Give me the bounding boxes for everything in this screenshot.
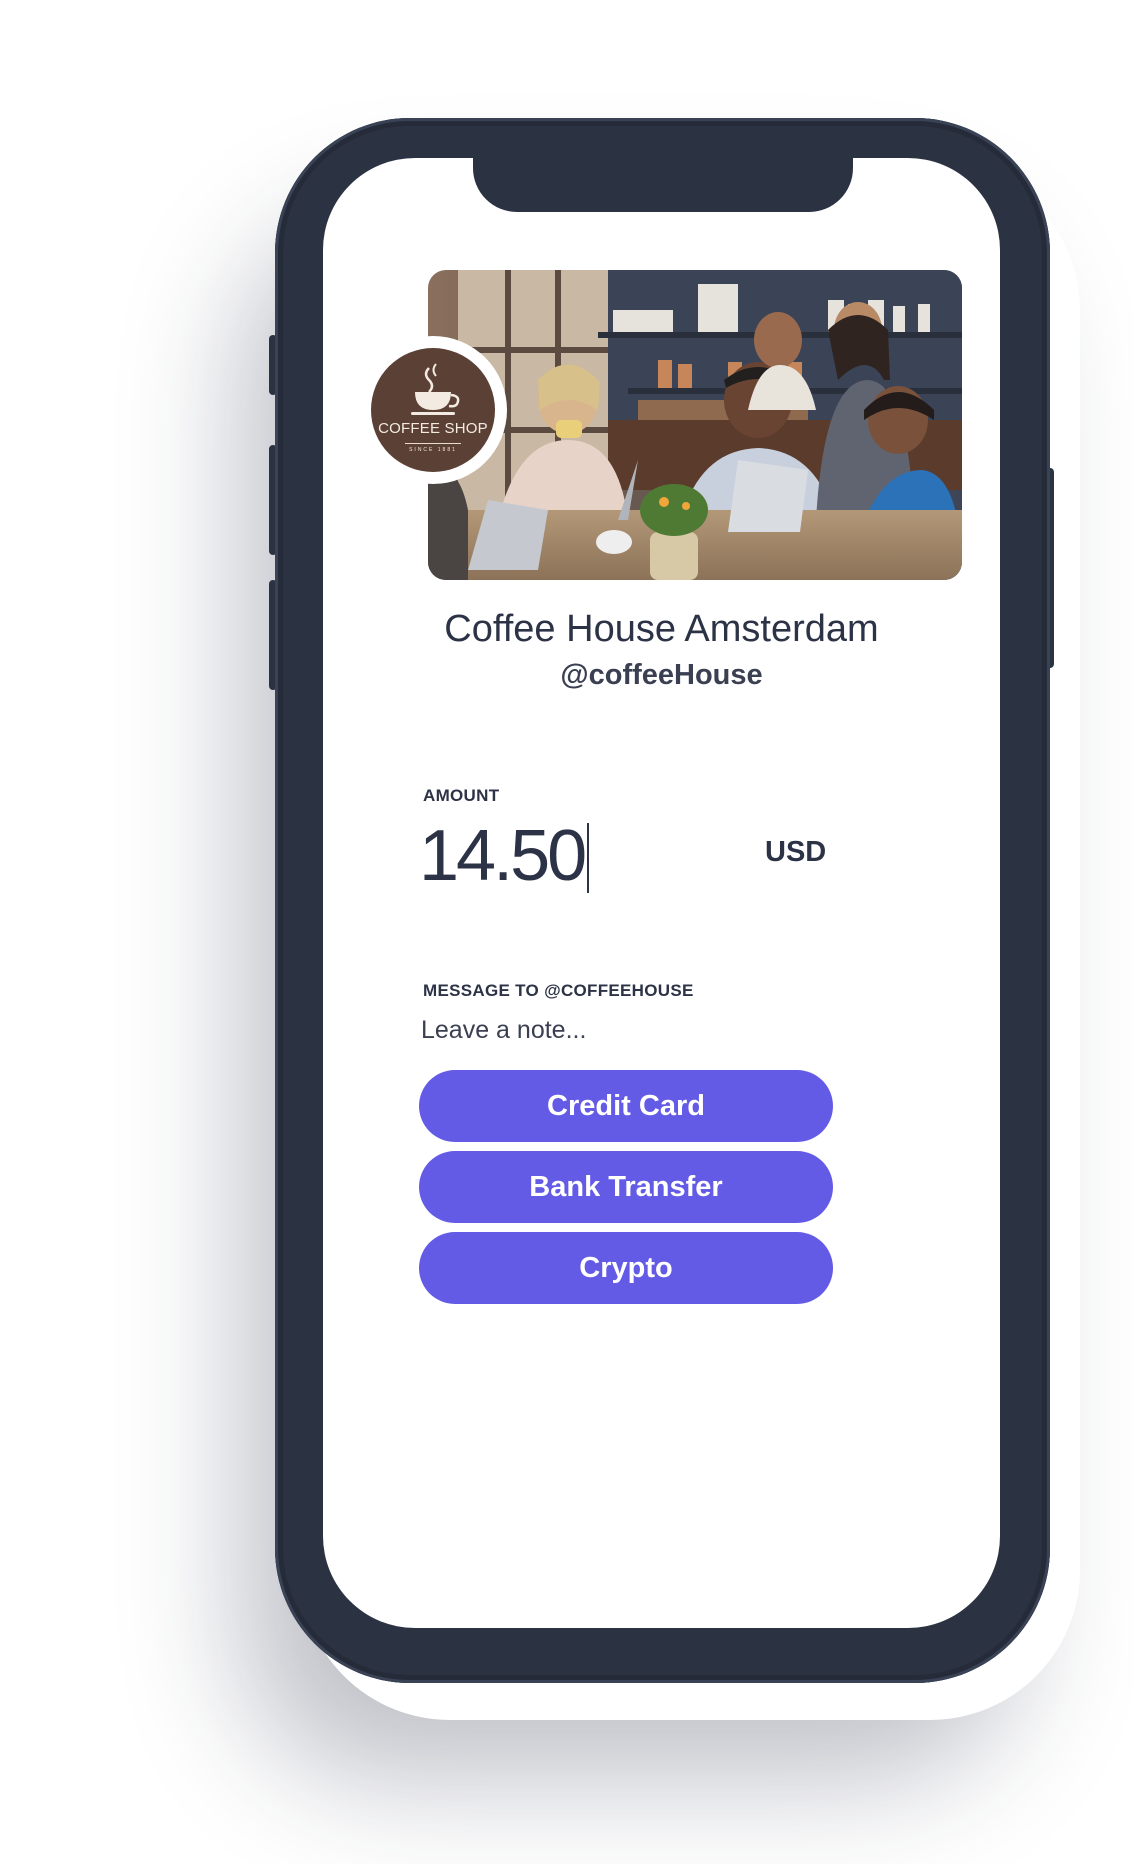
message-input[interactable] — [421, 1010, 841, 1050]
crypto-button[interactable]: Crypto — [419, 1232, 833, 1304]
cafe-photo-image — [428, 270, 962, 580]
merchant-logo: COFFEE SHOP SINCE 1881 — [371, 348, 495, 472]
amount-input[interactable]: 14.50 — [419, 815, 587, 897]
amount-label: AMOUNT — [423, 786, 500, 805]
logo-brand-text: COFFEE SHOP — [378, 420, 488, 437]
bank-transfer-button[interactable]: Bank Transfer — [419, 1151, 833, 1223]
merchant-handle: @coffeeHouse — [560, 659, 763, 691]
message-label: MESSAGE TO @COFFEEHOUSE — [423, 981, 694, 1000]
coffee-cup-icon — [371, 362, 495, 421]
cover-photo — [428, 270, 962, 580]
merchant-name: Coffee House Amsterdam — [444, 608, 879, 650]
payment-screen: COFFEE SHOP SINCE 1881 Coffee House Amst… — [323, 158, 1000, 1628]
credit-card-button[interactable]: Credit Card — [419, 1070, 833, 1142]
logo-since-text: SINCE 1881 — [405, 443, 461, 453]
currency-selector[interactable]: USD — [765, 836, 826, 869]
notch — [473, 158, 853, 212]
text-caret — [587, 823, 589, 893]
